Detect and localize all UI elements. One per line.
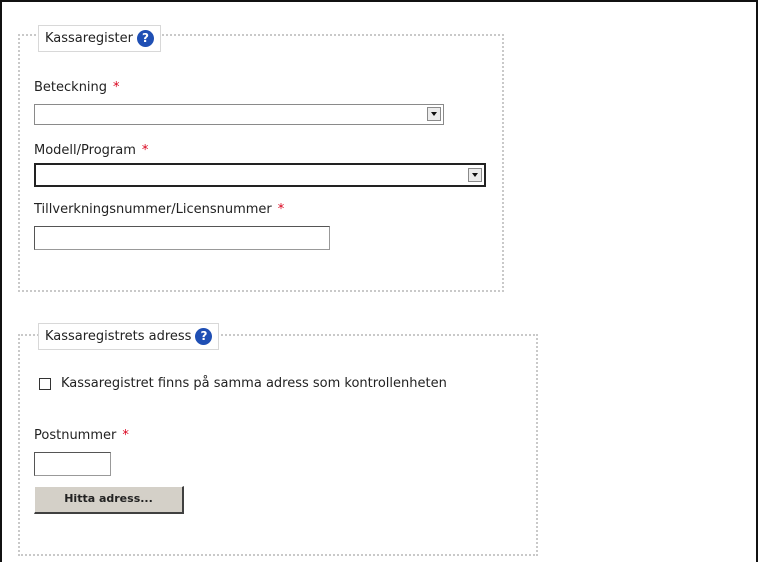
modell-select[interactable] bbox=[34, 163, 486, 187]
required-marker: * bbox=[113, 80, 120, 95]
beteckning-label-text: Beteckning bbox=[34, 80, 108, 95]
find-address-button[interactable]: Hitta adress... bbox=[34, 486, 184, 514]
postnummer-input[interactable] bbox=[34, 452, 111, 476]
kassaregister-legend: Kassaregister ? bbox=[38, 25, 161, 52]
postnummer-label-text: Postnummer bbox=[34, 428, 117, 443]
tillverkning-label: Tillverkningsnummer/Licensnummer * bbox=[34, 202, 284, 217]
tillverkningsnummer-input[interactable] bbox=[34, 226, 330, 250]
help-icon[interactable]: ? bbox=[195, 328, 213, 345]
kassaregister-legend-text: Kassaregister bbox=[45, 31, 133, 46]
same-address-label[interactable]: Kassaregistret finns på samma adress som… bbox=[61, 376, 447, 391]
adress-legend-text: Kassaregistrets adress bbox=[45, 329, 192, 344]
adress-fieldset bbox=[18, 334, 538, 556]
required-marker: * bbox=[122, 428, 129, 443]
modell-label: Modell/Program * bbox=[34, 143, 148, 158]
modell-label-text: Modell/Program bbox=[34, 143, 136, 158]
same-address-checkbox[interactable] bbox=[39, 378, 51, 390]
help-icon[interactable]: ? bbox=[136, 30, 154, 47]
postnummer-label: Postnummer * bbox=[34, 428, 129, 443]
beteckning-label: Beteckning * bbox=[34, 80, 120, 95]
chevron-down-icon[interactable] bbox=[427, 107, 441, 121]
beteckning-select[interactable] bbox=[34, 104, 444, 125]
tillverkning-label-text: Tillverkningsnummer/Licensnummer bbox=[34, 202, 272, 217]
chevron-down-icon[interactable] bbox=[468, 168, 482, 182]
required-marker: * bbox=[141, 143, 149, 158]
adress-legend: Kassaregistrets adress ? bbox=[38, 323, 220, 350]
required-marker: * bbox=[277, 202, 285, 217]
